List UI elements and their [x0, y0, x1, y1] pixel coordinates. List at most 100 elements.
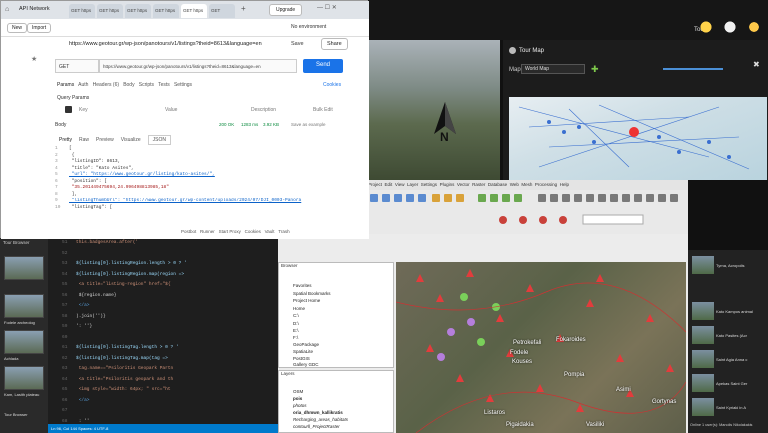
tab-pretty[interactable]: Pretty: [59, 137, 72, 143]
layer-item[interactable]: oria_dhmwn_kallikratis: [293, 410, 343, 415]
request-tab[interactable]: GET https: [181, 4, 207, 18]
map-label: Fodele: [510, 350, 529, 356]
tab-body[interactable]: Body: [123, 82, 134, 88]
tree-item[interactable]: Home: [293, 306, 305, 311]
layer-item[interactable]: Recharging_areas_habitats: [293, 417, 348, 422]
add-tab-icon[interactable]: +: [241, 4, 246, 13]
request-title: https://www.geotour.gr/wp-json/panotours…: [69, 41, 262, 47]
map-label: Kouses: [512, 359, 533, 365]
save-button[interactable]: Save: [291, 41, 304, 47]
tree-item[interactable]: Project Home: [293, 298, 320, 303]
environment-select[interactable]: No environment: [291, 24, 326, 30]
tree-item[interactable]: C:\: [293, 313, 299, 318]
tab-preview[interactable]: Preview: [96, 137, 114, 143]
response-body[interactable]: 1[ 2 { 3 "listingID": 8613, 4 "title": "…: [55, 146, 355, 226]
start-proxy-link[interactable]: Start Proxy: [219, 229, 241, 234]
request-tab[interactable]: GET: [209, 4, 235, 18]
list-item[interactable]: Kato Kampos animal: [692, 302, 768, 324]
menu-item[interactable]: Project: [368, 182, 382, 187]
layers-title: Layers: [281, 371, 295, 376]
request-tab[interactable]: GET https: [69, 4, 95, 18]
home-icon[interactable]: ⌂: [5, 6, 9, 13]
menu-item[interactable]: Edit: [385, 182, 393, 187]
tab-raw[interactable]: Raw: [79, 137, 89, 143]
tour-thumbnail[interactable]: [4, 294, 44, 318]
checkbox[interactable]: [65, 106, 72, 113]
menu-item[interactable]: Web: [510, 182, 519, 187]
tree-item[interactable]: F:\: [293, 335, 298, 340]
add-map-icon[interactable]: ✚: [591, 64, 599, 75]
menu-item[interactable]: Help: [560, 182, 569, 187]
tour-thumbnail[interactable]: [4, 330, 44, 354]
request-tab[interactable]: GET https: [97, 4, 123, 18]
postbot-link[interactable]: Postbot: [181, 229, 196, 234]
save-example-button[interactable]: Save as example: [291, 122, 326, 127]
trash-link[interactable]: Trash: [278, 229, 289, 234]
tree-item[interactable]: PostGIS: [293, 356, 310, 361]
request-tab[interactable]: GET https: [125, 4, 151, 18]
url-input[interactable]: https://www.geotour.gr/wp-json/panotours…: [99, 59, 297, 73]
format-select[interactable]: JSON: [147, 135, 171, 145]
menu-item[interactable]: Mesh: [521, 182, 532, 187]
layer-item[interactable]: OSM: [293, 389, 303, 394]
tour-thumbnail[interactable]: [4, 256, 44, 280]
send-button[interactable]: Send: [303, 59, 343, 73]
tab-scripts[interactable]: Scripts: [139, 82, 154, 88]
menu-item[interactable]: Plugins: [440, 182, 455, 187]
cookies-footer-link[interactable]: Cookies: [245, 229, 261, 234]
menu-item[interactable]: View: [395, 182, 405, 187]
cookies-link[interactable]: Cookies: [323, 82, 341, 88]
menu-item[interactable]: Database: [488, 182, 507, 187]
tab-params[interactable]: Params: [57, 82, 74, 88]
tree-item[interactable]: Spatial Bookmarks: [293, 291, 331, 296]
tab-tests[interactable]: Tests: [158, 82, 170, 88]
list-item[interactable]: Tyrna, Acropolis: [692, 256, 768, 278]
tab-auth[interactable]: Auth: [78, 82, 88, 88]
editor-code[interactable]: 51 this.badgesArea.after(' 52 53 ${listing…: [62, 238, 278, 428]
tree-item[interactable]: D:\: [293, 321, 299, 326]
menu-item[interactable]: Raster: [472, 182, 485, 187]
method-select[interactable]: GET: [55, 59, 99, 73]
weather-sun-icon[interactable]: [696, 18, 716, 36]
list-item[interactable]: Kato Pasites (Acr: [692, 326, 768, 348]
menu-item[interactable]: Processing: [535, 182, 557, 187]
list-item[interactable]: Apekas Saint Ger: [692, 374, 768, 396]
tab-settings[interactable]: Settings: [174, 82, 192, 88]
workspace-label[interactable]: API Network: [19, 6, 50, 12]
tree-item[interactable]: Gallery GDC: [293, 362, 319, 367]
list-item[interactable]: Saint Kyriaki in A: [692, 398, 768, 420]
window-controls[interactable]: — ☐ ✕: [317, 4, 337, 11]
vault-link[interactable]: Vault: [265, 229, 275, 234]
upgrade-button[interactable]: Upgrade: [269, 4, 303, 16]
layer-item[interactable]: contourll_ProjectRaster: [293, 424, 340, 429]
tab-headers[interactable]: Headers (6): [93, 82, 119, 88]
request-tab[interactable]: GET https: [153, 4, 179, 18]
star-icon[interactable]: ★: [31, 55, 37, 63]
bulk-edit-link[interactable]: Bulk Edit: [313, 107, 333, 113]
tab-visualize[interactable]: Visualize: [121, 137, 141, 143]
list-item[interactable]: Saint Agia Anna c: [692, 350, 768, 372]
share-button[interactable]: Share: [321, 38, 348, 50]
new-button[interactable]: New: [7, 23, 28, 33]
weather-cloud-sun-icon[interactable]: [744, 18, 764, 36]
import-button[interactable]: Import: [27, 23, 52, 33]
close-icon[interactable]: ✖: [753, 60, 760, 69]
map-select[interactable]: World Map: [521, 64, 585, 74]
code-line: 56 ${region.name}: [62, 292, 117, 298]
menu-item[interactable]: Vector: [457, 182, 470, 187]
tree-item[interactable]: SpatiaLite: [293, 349, 313, 354]
tour-map-view[interactable]: [509, 97, 767, 180]
map-slider[interactable]: [663, 68, 723, 70]
layer-item[interactable]: photos: [293, 403, 307, 408]
qgis-map-canvas[interactable]: Fodele Fokaroides Kouses Pompia Gortynas…: [396, 262, 686, 433]
menu-item[interactable]: Settings: [421, 182, 437, 187]
tree-item[interactable]: GeoPackage: [293, 342, 319, 347]
panorama-photo[interactable]: N: [360, 40, 500, 180]
layer-item[interactable]: pois: [293, 396, 302, 401]
tree-item[interactable]: E:\: [293, 328, 299, 333]
runner-link[interactable]: Runner: [200, 229, 215, 234]
menu-item[interactable]: Layer: [407, 182, 418, 187]
tree-item[interactable]: Favorites: [293, 283, 312, 288]
tour-thumbnail[interactable]: [4, 366, 44, 390]
weather-cloud-icon[interactable]: [720, 18, 740, 36]
